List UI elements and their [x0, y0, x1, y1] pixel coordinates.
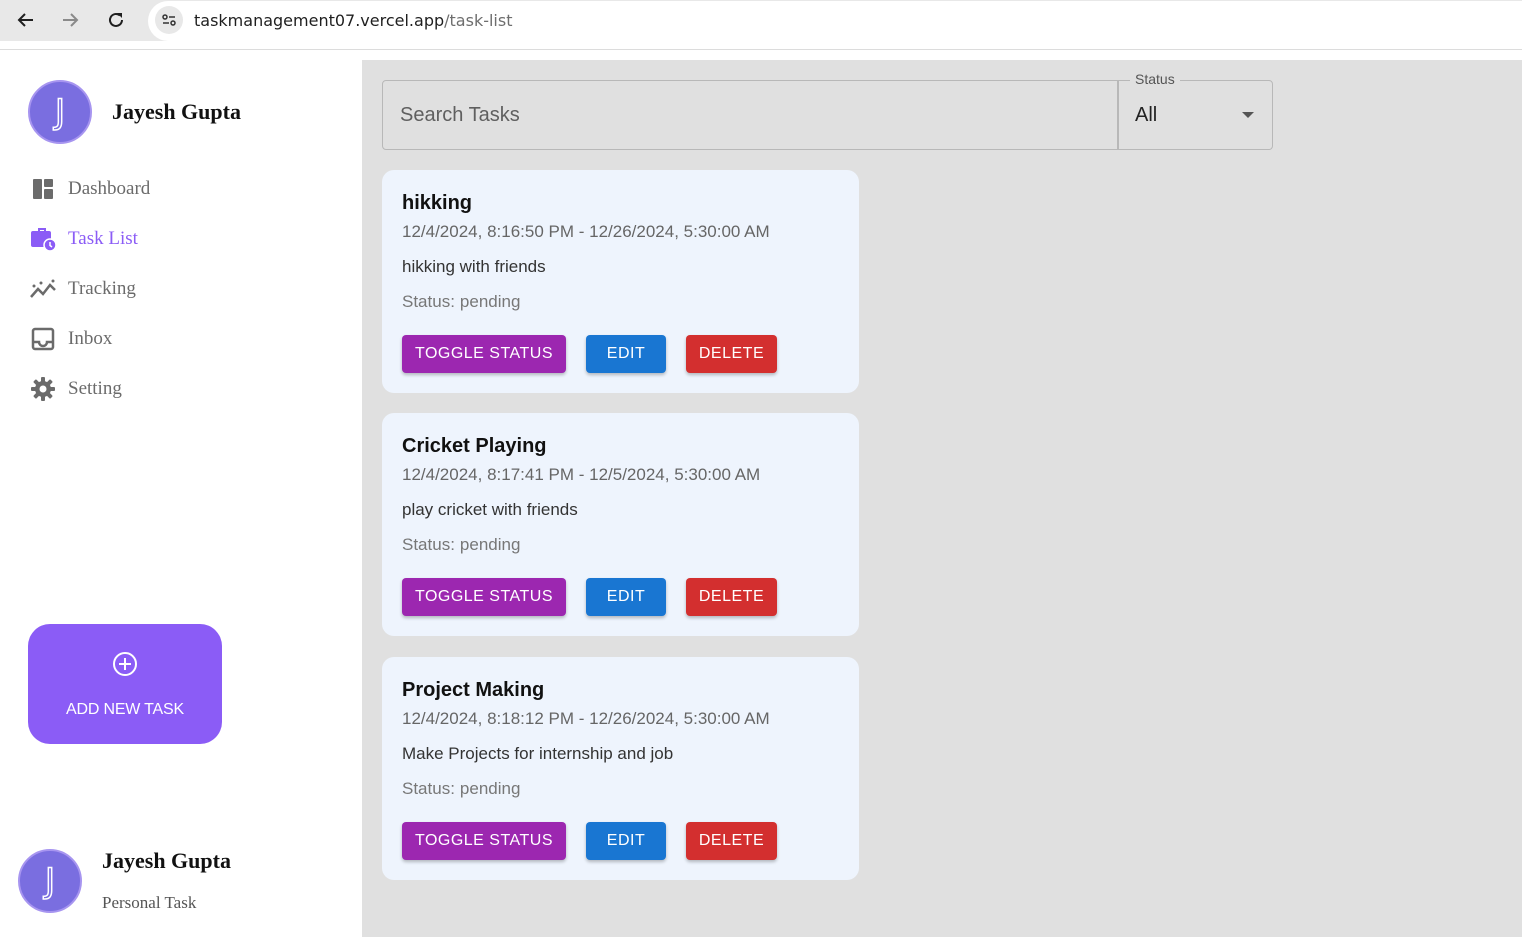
- task-dates: 12/4/2024, 8:18:12 PM - 12/26/2024, 5:30…: [402, 709, 770, 728]
- add-new-task-button[interactable]: ADD NEW TASK: [28, 624, 222, 744]
- task-title: hikking: [402, 192, 473, 214]
- footer-avatar: J: [18, 849, 82, 913]
- footer-name: Jayesh Gupta: [102, 848, 231, 873]
- forward-icon[interactable]: [55, 5, 85, 35]
- add-circle-icon: [111, 650, 139, 683]
- task-status-prefix: Status:: [402, 779, 455, 798]
- task-status-value: pending: [459, 535, 521, 554]
- task-card: Cricket Playing 12/4/2024, 8:17:41 PM - …: [382, 413, 859, 636]
- toggle-status-button[interactable]: TOGGLE STATUS: [402, 822, 566, 860]
- delete-button[interactable]: DELETE: [686, 578, 777, 616]
- task-status: Status: pending: [402, 292, 520, 312]
- avatar-initial: J: [54, 91, 66, 133]
- browser-chrome: taskmanagement07.vercel.app/task-list: [0, 0, 1522, 50]
- task-status-prefix: Status:: [402, 535, 455, 554]
- task-card: Project Making 12/4/2024, 8:18:12 PM - 1…: [382, 657, 859, 880]
- tracking-icon: [28, 274, 58, 304]
- status-select-value: All: [1135, 104, 1158, 126]
- status-select-label: Status: [1130, 71, 1180, 87]
- profile-name: Jayesh Gupta: [112, 99, 241, 124]
- task-status-value: pending: [459, 292, 521, 311]
- back-icon[interactable]: [11, 5, 41, 35]
- sidebar-item-label: Inbox: [68, 328, 113, 349]
- task-status: Status: pending: [402, 535, 520, 555]
- toggle-status-button[interactable]: TOGGLE STATUS: [402, 578, 566, 616]
- delete-button[interactable]: DELETE: [686, 822, 777, 860]
- task-card: hikking 12/4/2024, 8:16:50 PM - 12/26/20…: [382, 170, 859, 393]
- avatar: J: [28, 80, 92, 144]
- sidebar-item-label: Task List: [68, 228, 138, 249]
- sidebar-item-tracking[interactable]: Tracking: [28, 274, 136, 304]
- url-path: /task-list: [444, 11, 513, 30]
- gear-icon: [28, 374, 58, 404]
- task-dates: 12/4/2024, 8:17:41 PM - 12/5/2024, 5:30:…: [402, 465, 761, 484]
- url-text[interactable]: taskmanagement07.vercel.app/task-list: [194, 11, 512, 30]
- site-settings-icon[interactable]: [155, 6, 183, 34]
- task-title: Project Making: [402, 679, 545, 701]
- dashboard-icon: [28, 174, 58, 204]
- search-input[interactable]: [382, 80, 1118, 150]
- edit-button[interactable]: EDIT: [586, 335, 666, 373]
- task-description: hikking with friends: [402, 257, 546, 276]
- reload-icon[interactable]: [101, 5, 131, 35]
- sidebar-item-inbox[interactable]: Inbox: [28, 324, 112, 354]
- task-description: play cricket with friends: [402, 500, 578, 519]
- toggle-status-button[interactable]: TOGGLE STATUS: [402, 335, 566, 373]
- task-dates: 12/4/2024, 8:16:50 PM - 12/26/2024, 5:30…: [402, 222, 770, 241]
- edit-button[interactable]: EDIT: [586, 578, 666, 616]
- task-title: Cricket Playing: [402, 435, 547, 457]
- edit-button[interactable]: EDIT: [586, 822, 666, 860]
- task-list-icon: [28, 224, 58, 254]
- task-status-value: pending: [459, 779, 521, 798]
- task-status: Status: pending: [402, 779, 520, 799]
- task-description: Make Projects for internship and job: [402, 744, 674, 763]
- footer-subtitle: Personal Task: [102, 893, 197, 912]
- task-status-prefix: Status:: [402, 292, 455, 311]
- add-new-task-label: ADD NEW TASK: [66, 700, 184, 718]
- sidebar-item-label: Tracking: [68, 278, 136, 299]
- inbox-icon: [28, 324, 58, 354]
- sidebar-item-label: Dashboard: [68, 178, 151, 199]
- sidebar-item-task-list[interactable]: Task List: [28, 224, 138, 254]
- caret-down-icon[interactable]: [1242, 112, 1254, 118]
- delete-button[interactable]: DELETE: [686, 335, 777, 373]
- sidebar-item-dashboard[interactable]: Dashboard: [28, 174, 150, 204]
- sidebar-item-label: Setting: [68, 378, 122, 399]
- sidebar-item-setting[interactable]: Setting: [28, 374, 122, 404]
- url-domain: taskmanagement07.vercel.app: [194, 11, 445, 30]
- avatar-initial: J: [44, 860, 56, 902]
